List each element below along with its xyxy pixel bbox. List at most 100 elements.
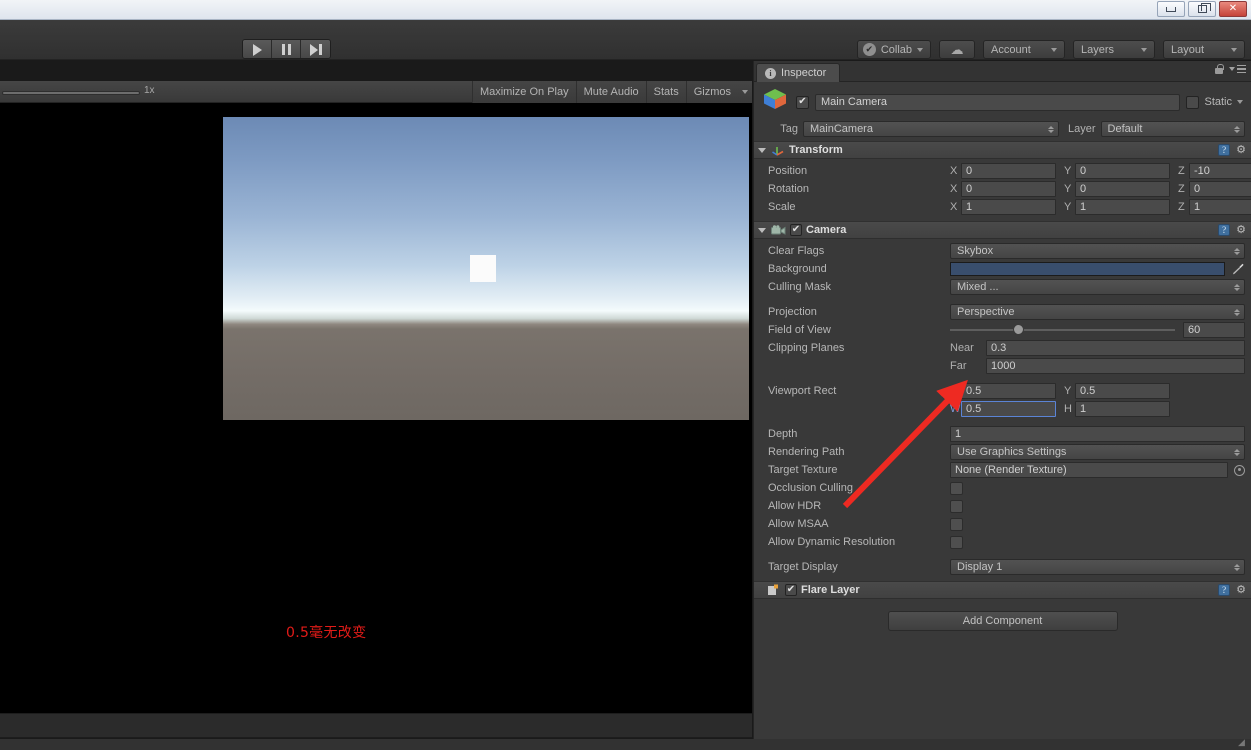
rendering-path-value: Use Graphics Settings [957, 446, 1067, 458]
collab-button[interactable]: ✔ Collab [856, 40, 931, 59]
rotation-z-field[interactable]: 0 [1189, 181, 1251, 197]
mute-audio-button[interactable]: Mute Audio [575, 81, 646, 103]
flare-layer-component-header[interactable]: ✔ Flare Layer ? ⚙ [754, 581, 1251, 599]
step-button[interactable] [301, 40, 330, 58]
tab-inspector[interactable]: i Inspector [756, 63, 841, 82]
maximize-on-play-button[interactable]: Maximize On Play [471, 81, 576, 103]
target-texture-row: Target Texture None (Render Texture) [760, 461, 1245, 479]
updown-arrows-icon [1234, 448, 1240, 456]
transform-properties: Position X 0 Y 0 Z -10 Rotation X 0 Y 0 … [754, 159, 1251, 221]
status-bar: ◢ [0, 738, 1251, 750]
help-icon[interactable]: ? [1218, 144, 1231, 156]
gear-icon[interactable]: ⚙ [1236, 144, 1246, 156]
axis-z-label: Z [1178, 165, 1185, 177]
foldout-triangle-icon[interactable] [758, 147, 766, 153]
gizmos-button[interactable]: Gizmos [685, 81, 738, 103]
target-texture-field[interactable]: None (Render Texture) [950, 462, 1228, 478]
culling-mask-dropdown[interactable]: Mixed ... [950, 279, 1245, 295]
fov-value-field[interactable]: 60 [1183, 322, 1245, 338]
help-icon[interactable]: ? [1218, 584, 1231, 596]
scale-y-field[interactable]: 1 [1075, 199, 1170, 215]
position-row: Position X 0 Y 0 Z -10 [760, 162, 1251, 180]
add-component-button[interactable]: Add Component [887, 611, 1118, 631]
cloud-services-button[interactable]: ☁ [939, 40, 975, 59]
scene-cube-object [470, 255, 496, 282]
lock-icon[interactable] [1215, 64, 1224, 74]
viewport-y-field[interactable]: 0.5 [1075, 383, 1170, 399]
updown-arrows-icon [1234, 283, 1240, 291]
depth-field-wrap: 1 [950, 426, 1245, 442]
scale-x-field[interactable]: 1 [961, 199, 1056, 215]
object-picker-icon[interactable] [1234, 464, 1245, 476]
tag-dropdown[interactable]: MainCamera [803, 121, 1059, 137]
minimize-button[interactable] [1157, 1, 1185, 17]
help-icon[interactable]: ? [1218, 224, 1231, 236]
culling-mask-label: Culling Mask [768, 281, 831, 293]
rendering-path-dropdown[interactable]: Use Graphics Settings [950, 444, 1245, 460]
layers-dropdown[interactable]: Layers [1073, 40, 1155, 59]
clipping-planes-far-row: Far 1000 [760, 357, 1245, 375]
allow-dynamic-resolution-checkbox[interactable] [950, 535, 963, 549]
culling-mask-field-wrap: Mixed ... [950, 279, 1245, 295]
static-toggle-group: Static [1186, 95, 1245, 109]
rotation-y-field[interactable]: 0 [1075, 181, 1170, 197]
play-button[interactable] [243, 40, 272, 58]
gear-icon[interactable]: ⚙ [1236, 224, 1246, 236]
flare-layer-enabled-checkbox[interactable]: ✔ [785, 584, 797, 596]
chevron-down-icon[interactable] [1237, 100, 1243, 104]
camera-component-header[interactable]: ✔ Camera ? ⚙ [754, 221, 1251, 239]
position-z-field[interactable]: -10 [1189, 163, 1251, 179]
eyedropper-icon[interactable] [1231, 262, 1245, 276]
target-display-dropdown[interactable]: Display 1 [950, 559, 1245, 575]
gear-icon[interactable]: ⚙ [1236, 584, 1246, 596]
depth-row: Depth 1 [760, 425, 1245, 443]
restore-button[interactable] [1188, 1, 1216, 17]
fov-slider-knob[interactable] [1013, 324, 1024, 335]
position-y-field[interactable]: 0 [1075, 163, 1170, 179]
updown-arrows-icon [1234, 125, 1240, 133]
fov-slider[interactable] [950, 324, 1183, 335]
depth-field[interactable]: 1 [950, 426, 1245, 442]
viewport-x-field[interactable]: 0.5 [961, 383, 1056, 399]
close-button[interactable]: ✕ [1219, 1, 1247, 17]
chevron-down-icon [1231, 47, 1237, 52]
background-color-swatch[interactable] [950, 262, 1225, 276]
pause-button[interactable] [272, 40, 301, 58]
clipping-planes-near-row: Clipping Planes Near 0.3 [760, 339, 1245, 357]
allow-msaa-checkbox[interactable] [950, 517, 963, 531]
allow-msaa-field-wrap [950, 517, 1245, 531]
static-checkbox[interactable] [1186, 95, 1200, 109]
layer-dropdown[interactable]: Default [1100, 121, 1245, 137]
transform-component-header[interactable]: Transform ? ⚙ [754, 141, 1251, 159]
foldout-triangle-icon[interactable] [758, 227, 766, 233]
clear-flags-dropdown[interactable]: Skybox [950, 243, 1245, 259]
object-header: ✔ Main Camera Static Tag MainCamera Laye… [754, 82, 1251, 141]
target-display-value: Display 1 [957, 561, 1003, 573]
position-x-field[interactable]: 0 [961, 163, 1056, 179]
far-field[interactable]: 1000 [986, 358, 1245, 374]
viewport-rect-wh-row: W 0.5 H 1 [760, 400, 1245, 418]
allow-hdr-checkbox[interactable] [950, 499, 963, 513]
projection-dropdown[interactable]: Perspective [950, 304, 1245, 320]
inspector-menu-button[interactable] [1229, 64, 1246, 74]
object-name-field[interactable]: Main Camera [815, 93, 1181, 111]
camera-enabled-checkbox[interactable]: ✔ [790, 224, 802, 236]
object-enabled-checkbox[interactable]: ✔ [796, 95, 809, 109]
axis-y-label: Y [1064, 165, 1072, 177]
game-view[interactable]: 0.5毫无改变 [0, 103, 752, 713]
viewport-w-field[interactable]: 0.5 [961, 401, 1056, 417]
rotation-x-field[interactable]: 0 [961, 181, 1056, 197]
viewport-h-field[interactable]: 1 [1075, 401, 1170, 417]
scale-slider[interactable] [2, 91, 140, 95]
near-field[interactable]: 0.3 [986, 340, 1245, 356]
resize-grip-icon[interactable]: ◢ [1238, 738, 1248, 748]
layout-dropdown[interactable]: Layout [1163, 40, 1245, 59]
gizmos-dropdown-button[interactable] [738, 81, 752, 103]
scale-z-field[interactable]: 1 [1189, 199, 1251, 215]
occlusion-culling-checkbox[interactable] [950, 481, 963, 495]
account-dropdown[interactable]: Account [983, 40, 1065, 59]
chevron-down-icon [1229, 67, 1235, 71]
stats-button[interactable]: Stats [645, 81, 686, 103]
